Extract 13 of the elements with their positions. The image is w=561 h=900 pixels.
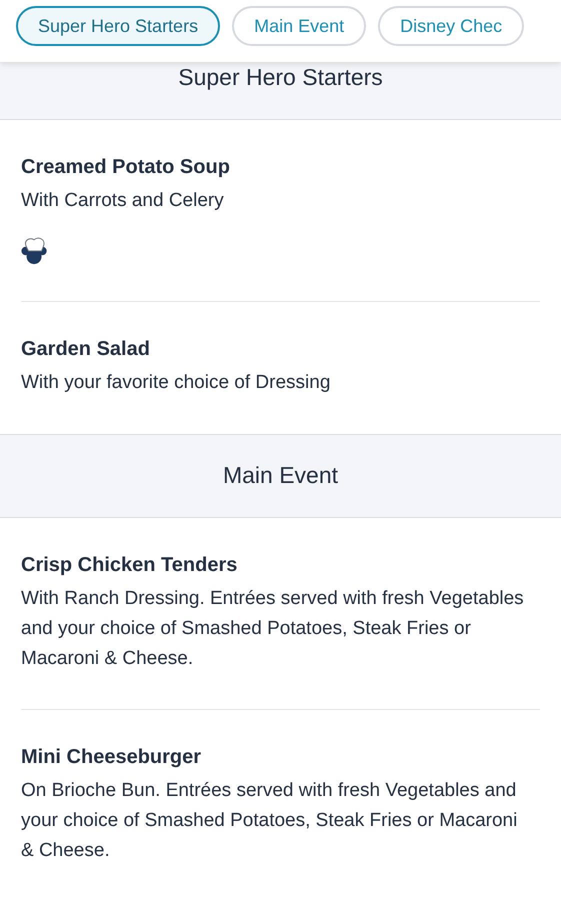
dish-description: With Ranch Dressing. Entrées served with fresh Vegetables and your choice of Smashed Potatoes, Steak Fries or Macaroni & Cheese. [21, 587, 525, 671]
dish-description: On Brioche Bun. Entrées served with fresh Vegetables and your choice of Smashed Potatoes, Steak Fries or Macaroni & Cheese. [21, 779, 518, 863]
dish-name: Mini Cheeseburger [21, 745, 202, 770]
category-tab[interactable]: Disney Chec [378, 6, 524, 46]
section-title: Super Hero Starters [178, 64, 383, 90]
section-title: Main Event [222, 462, 338, 488]
dish-name: Crisp Chicken Tenders [21, 553, 238, 578]
category-tab[interactable]: Super Hero Starters [16, 6, 220, 46]
dish-name: Garden Salad [21, 337, 151, 362]
category-tab[interactable]: Main Event [232, 6, 366, 46]
dish-name: Creamed Potato Soup [21, 155, 231, 180]
dish-description: With your favorite choice of Dressing [21, 371, 332, 395]
dish-description: With Carrots and Celery [21, 189, 225, 213]
